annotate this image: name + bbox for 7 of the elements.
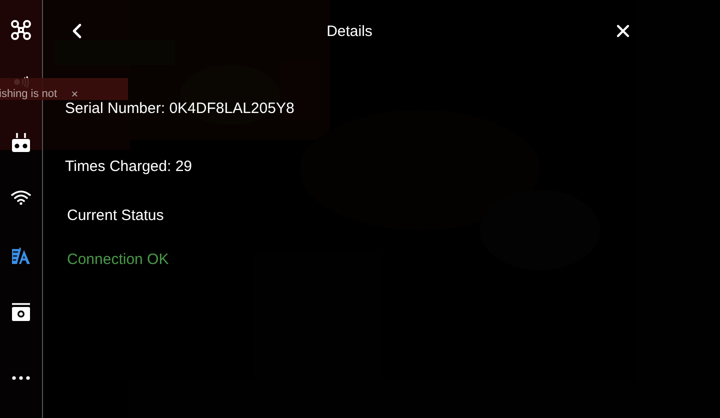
section-label: Current Status xyxy=(67,207,165,225)
status-text: Connection OK xyxy=(67,251,170,269)
toast-message: ishing is not xyxy=(0,89,58,100)
panel-title: Details xyxy=(326,22,372,40)
detail-text: Serial Number: 0K4DF8LAL205Y8 xyxy=(65,100,296,118)
detail-text: Times Charged: 29 xyxy=(65,158,194,176)
close-button[interactable]: × xyxy=(71,89,78,100)
